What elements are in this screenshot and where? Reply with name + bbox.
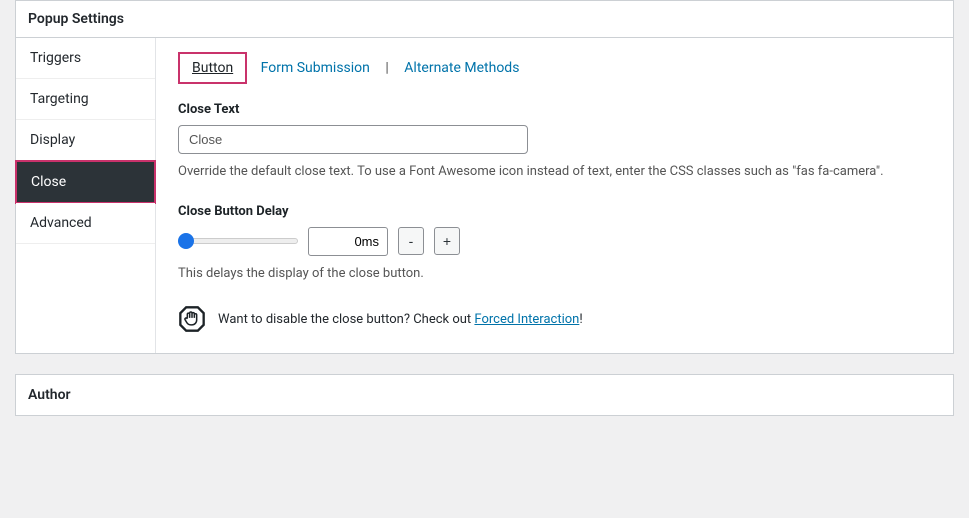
forced-interaction-link[interactable]: Forced Interaction bbox=[474, 312, 579, 327]
sidebar-item-targeting[interactable]: Targeting bbox=[16, 79, 155, 120]
tip-text: Want to disable the close button? Check … bbox=[218, 312, 583, 327]
tab-button[interactable]: Button bbox=[178, 52, 247, 84]
sidebar-item-triggers[interactable]: Triggers bbox=[16, 38, 155, 79]
forced-interaction-tip: Want to disable the close button? Check … bbox=[178, 305, 931, 333]
delay-slider-thumb[interactable] bbox=[178, 233, 194, 249]
subtabs: Button Form Submission | Alternate Metho… bbox=[178, 52, 931, 84]
close-text-help: Override the default close text. To use … bbox=[178, 162, 931, 182]
close-text-field: Close Text Override the default close te… bbox=[178, 102, 931, 182]
author-title: Author bbox=[16, 375, 953, 415]
tip-prefix: Want to disable the close button? Check … bbox=[218, 312, 474, 327]
popup-settings-panel: Popup Settings Triggers Targeting Displa… bbox=[15, 0, 954, 354]
content-area: Button Form Submission | Alternate Metho… bbox=[156, 38, 953, 353]
side-tabs: Triggers Targeting Display Close Advance… bbox=[16, 38, 156, 353]
close-delay-label: Close Button Delay bbox=[178, 204, 931, 219]
author-panel: Author bbox=[15, 374, 954, 416]
close-text-label: Close Text bbox=[178, 102, 931, 117]
sidebar-item-display[interactable]: Display bbox=[16, 120, 155, 161]
delay-value-input[interactable] bbox=[308, 227, 388, 256]
delay-increment-button[interactable]: + bbox=[434, 227, 460, 255]
delay-controls: - + bbox=[178, 227, 931, 256]
close-text-input[interactable] bbox=[178, 125, 528, 154]
tab-form-submission[interactable]: Form Submission bbox=[255, 56, 376, 80]
tab-separator: | bbox=[385, 60, 388, 76]
close-delay-field: Close Button Delay - + This delays the d… bbox=[178, 204, 931, 284]
sidebar-item-close[interactable]: Close bbox=[15, 160, 156, 204]
delay-decrement-button[interactable]: - bbox=[398, 227, 424, 255]
panel-body: Triggers Targeting Display Close Advance… bbox=[16, 38, 953, 353]
close-delay-help: This delays the display of the close but… bbox=[178, 264, 931, 284]
tip-suffix: ! bbox=[579, 312, 582, 327]
sidebar-item-advanced[interactable]: Advanced bbox=[16, 203, 155, 244]
tab-alternate-methods[interactable]: Alternate Methods bbox=[398, 56, 525, 80]
hand-stop-icon bbox=[178, 305, 206, 333]
panel-title: Popup Settings bbox=[16, 1, 953, 38]
delay-slider[interactable] bbox=[178, 238, 298, 244]
